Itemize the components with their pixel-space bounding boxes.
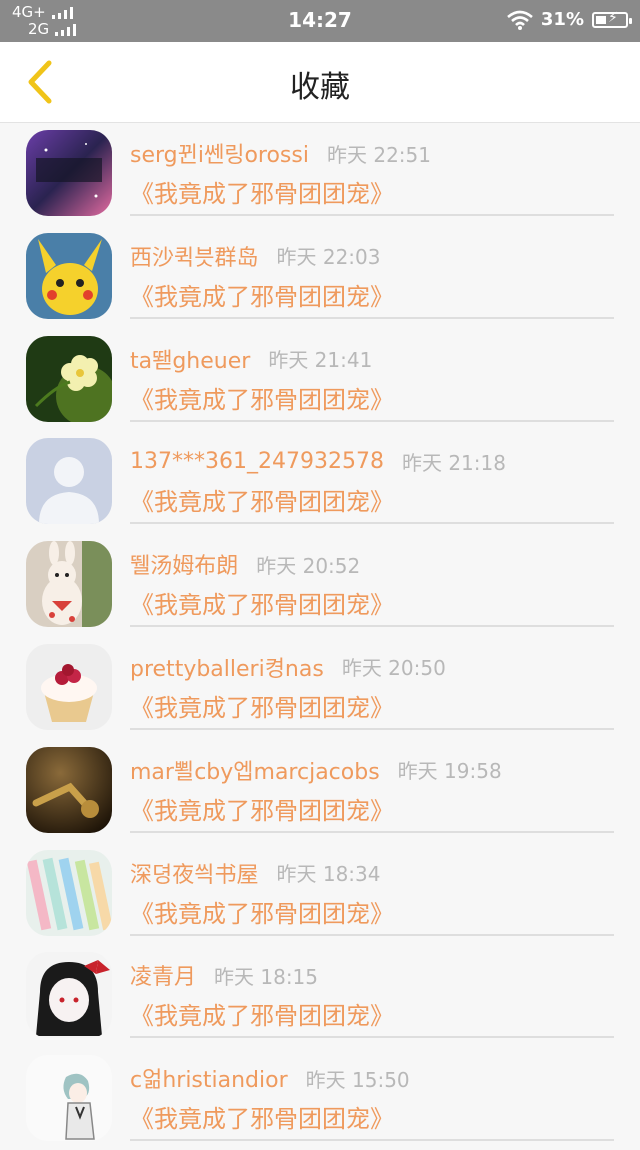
book-title[interactable]: 《我竟成了邪骨团团宠》: [130, 791, 614, 826]
list-item[interactable]: mar뾜cby엡marcjacobs 昨天 19:58 《我竟成了邪骨团团宠》: [0, 739, 640, 842]
list-item[interactable]: serg뀐i쎈링orossi 昨天 22:51 《我竟成了邪骨团团宠》: [0, 122, 640, 225]
book-title[interactable]: 《我竟成了邪骨团团宠》: [130, 380, 614, 415]
avatar[interactable]: [26, 746, 112, 833]
book-title[interactable]: 《我竟成了邪骨团团宠》: [130, 996, 614, 1031]
list-item[interactable]: 深뎡夜씍书屋 昨天 18:34 《我竟成了邪骨团团宠》: [0, 842, 640, 945]
username[interactable]: mar뾜cby엡marcjacobs: [130, 754, 380, 786]
item-info: ta뙏gheuer 昨天 21:41 《我竟成了邪骨团团宠》: [130, 342, 614, 415]
page-title: 收藏: [290, 70, 350, 105]
username[interactable]: 西沙퀵븟群岛: [130, 240, 258, 272]
item-header: 深뎡夜씍书屋 昨天 18:34: [130, 856, 614, 890]
username[interactable]: serg뀐i쎈링orossi: [130, 137, 309, 169]
timestamp: 昨天 21:18: [401, 450, 506, 475]
battery-percent: 31%: [540, 9, 584, 30]
battery-icon: ⚡: [592, 10, 632, 28]
status-bar: 4G+ 2G 14:27 31% ⚡: [0, 0, 640, 42]
timestamp: 昨天 15:50: [305, 1067, 410, 1092]
divider: [130, 1036, 614, 1039]
timestamp: 昨天 20:50: [341, 656, 446, 681]
item-header: serg뀐i쎈링orossi 昨天 22:51: [130, 136, 614, 170]
item-header: 137***361_247932578 昨天 21:18: [130, 444, 614, 478]
timestamp: 昨天 20:52: [256, 553, 361, 578]
list-item[interactable]: 西沙퀵븟群岛 昨天 22:03 《我竟成了邪骨团团宠》: [0, 225, 640, 328]
avatar[interactable]: [26, 541, 112, 628]
book-title[interactable]: 《我竟成了邪骨团团宠》: [130, 277, 614, 312]
wifi-icon: [507, 10, 533, 30]
timestamp: 昨天 22:51: [326, 142, 431, 167]
divider: [130, 1139, 614, 1142]
item-info: serg뀐i쎈링orossi 昨天 22:51 《我竟成了邪骨团团宠》: [130, 136, 614, 209]
book-title[interactable]: 《我竟成了邪骨团团宠》: [130, 688, 614, 723]
timestamp: 昨天 18:15: [214, 964, 319, 989]
item-header: 凌青月 昨天 18:15: [130, 958, 614, 992]
item-info: 137***361_247932578 昨天 21:18 《我竟成了邪骨团团宠》: [130, 444, 614, 517]
favorites-list: serg뀐i쎈링orossi 昨天 22:51 《我竟成了邪骨团团宠》 西沙퀵븟…: [0, 122, 640, 1150]
list-item[interactable]: prettyballeri켱nas 昨天 20:50 《我竟成了邪骨团团宠》: [0, 636, 640, 739]
status-right: 31% ⚡: [507, 9, 632, 30]
item-info: c얾hristiandior 昨天 15:50 《我竟成了邪骨团团宠》: [130, 1061, 614, 1134]
nav-bar: 收藏: [0, 42, 640, 123]
list-item[interactable]: 137***361_247932578 昨天 21:18 《我竟成了邪骨团团宠》: [0, 430, 640, 533]
divider: [130, 522, 614, 525]
book-title[interactable]: 《我竟成了邪骨团团宠》: [130, 585, 614, 620]
book-title[interactable]: 《我竟成了邪骨团团宠》: [130, 894, 614, 929]
avatar[interactable]: [26, 643, 112, 730]
item-header: mar뾜cby엡marcjacobs 昨天 19:58: [130, 753, 614, 787]
item-header: c얾hristiandior 昨天 15:50: [130, 1061, 614, 1095]
username[interactable]: 凌青月: [130, 959, 196, 991]
divider: [130, 830, 614, 833]
timestamp: 昨天 19:58: [397, 759, 502, 784]
username[interactable]: ta뙏gheuer: [130, 343, 250, 375]
item-header: 뛜汤姆布朗 昨天 20:52: [130, 547, 614, 581]
list-item[interactable]: 뛜汤姆布朗 昨天 20:52 《我竟成了邪骨团团宠》: [0, 533, 640, 636]
list-item[interactable]: c얾hristiandior 昨天 15:50 《我竟成了邪骨团团宠》: [0, 1047, 640, 1150]
username[interactable]: 137***361_247932578: [130, 449, 384, 474]
timestamp: 昨天 22:03: [276, 245, 381, 270]
avatar[interactable]: [26, 232, 112, 319]
username[interactable]: prettyballeri켱nas: [130, 651, 324, 683]
timestamp: 昨天 21:41: [268, 348, 373, 373]
username[interactable]: 뛜汤姆布朗: [130, 548, 238, 580]
item-info: 西沙퀵븟群岛 昨天 22:03 《我竟成了邪骨团团宠》: [130, 239, 614, 312]
avatar[interactable]: [26, 952, 112, 1039]
username[interactable]: c얾hristiandior: [130, 1062, 288, 1094]
divider: [130, 316, 614, 319]
divider: [130, 625, 614, 628]
item-header: ta뙏gheuer 昨天 21:41: [130, 342, 614, 376]
book-title[interactable]: 《我竟成了邪骨团团宠》: [130, 1099, 614, 1134]
divider: [130, 214, 614, 216]
item-info: 뛜汤姆布朗 昨天 20:52 《我竟成了邪骨团团宠》: [130, 547, 614, 620]
list-item[interactable]: 凌青月 昨天 18:15 《我竟成了邪骨团团宠》: [0, 944, 640, 1047]
book-title[interactable]: 《我竟成了邪骨团团宠》: [130, 482, 614, 517]
timestamp: 昨天 18:34: [276, 862, 381, 887]
avatar[interactable]: [26, 849, 112, 936]
book-title[interactable]: 《我竟成了邪骨团团宠》: [130, 174, 614, 209]
avatar[interactable]: [26, 335, 112, 422]
list-item[interactable]: ta뙏gheuer 昨天 21:41 《我竟成了邪骨团团宠》: [0, 328, 640, 431]
item-info: 深뎡夜씍书屋 昨天 18:34 《我竟成了邪骨团团宠》: [130, 856, 614, 929]
avatar[interactable]: [26, 438, 112, 525]
divider: [130, 933, 614, 936]
item-info: prettyballeri켱nas 昨天 20:50 《我竟成了邪骨团团宠》: [130, 650, 614, 723]
avatar[interactable]: [26, 1055, 112, 1142]
divider: [130, 727, 614, 730]
item-info: 凌青月 昨天 18:15 《我竟成了邪骨团团宠》: [130, 958, 614, 1031]
username[interactable]: 深뎡夜씍书屋: [130, 857, 258, 889]
item-header: prettyballeri켱nas 昨天 20:50: [130, 650, 614, 684]
item-info: mar뾜cby엡marcjacobs 昨天 19:58 《我竟成了邪骨团团宠》: [130, 753, 614, 826]
divider: [130, 419, 614, 422]
item-header: 西沙퀵븟群岛 昨天 22:03: [130, 239, 614, 273]
avatar[interactable]: [26, 130, 112, 216]
